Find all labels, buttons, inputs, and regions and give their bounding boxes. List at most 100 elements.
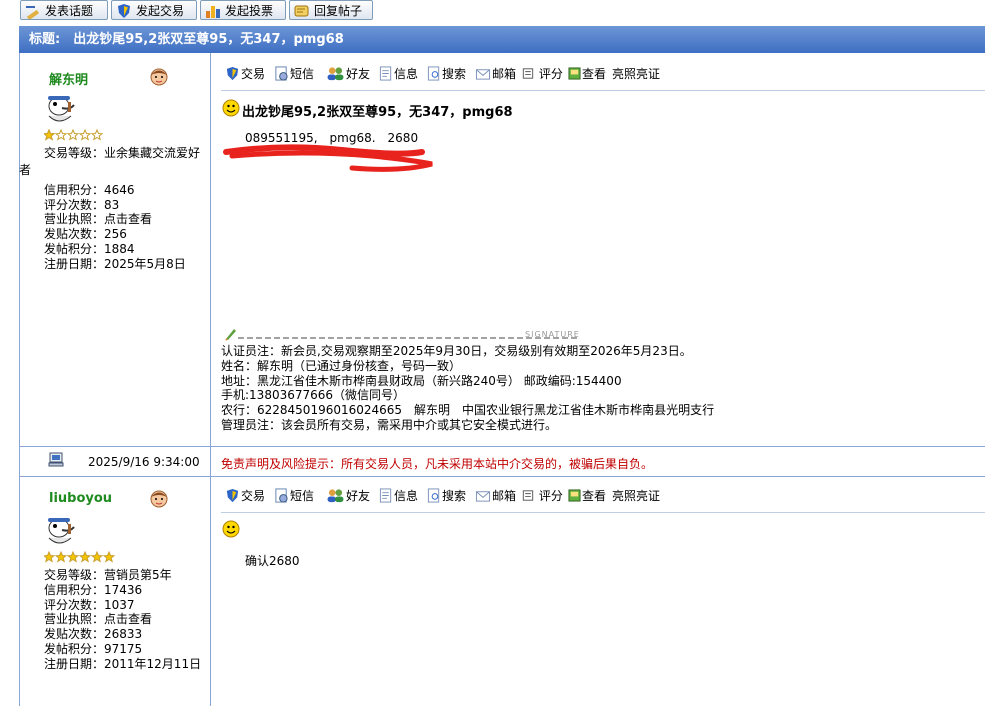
rate-label: 评分: [538, 67, 563, 81]
shield-icon: [226, 66, 239, 81]
reply-label: 回复帖子: [314, 4, 363, 18]
document-icon: [379, 66, 392, 81]
view-action[interactable]: 查看: [568, 487, 606, 504]
post-points: 发帖积分：97175: [44, 641, 143, 656]
new-poll-button[interactable]: 发起投票: [200, 0, 286, 20]
info-label: 信息: [394, 67, 419, 81]
signature-line: 姓名：解东明（已通过身份核查，号码一致）: [221, 358, 462, 373]
author-info: 交易等级：业余集藏交流爱好 信用积分：4646 评分次数：83 营业执照：点击查…: [44, 146, 200, 272]
license-label: 亮照亮证: [612, 489, 661, 503]
row-divider: [19, 446, 985, 447]
trade-label: 交易: [241, 489, 266, 503]
mail-label: 邮箱: [492, 489, 517, 503]
license-action[interactable]: 亮照亮证: [612, 65, 660, 82]
author-name[interactable]: 解东明: [49, 69, 88, 88]
rating-count: 评分次数：83: [44, 197, 120, 212]
new-trade-label: 发起交易: [136, 4, 185, 18]
mail-icon: [475, 491, 491, 502]
search-label: 搜索: [442, 67, 467, 81]
signature-line: 地址：黑龙江省佳木斯市桦南县财政局（新兴路240号） 邮政编码:154400: [221, 373, 622, 388]
friend-action[interactable]: 好友: [326, 487, 370, 504]
view-label: 查看: [582, 489, 607, 503]
redaction-scribble: [223, 144, 433, 172]
smiley-icon: [222, 99, 240, 117]
search-doc-icon: [427, 488, 440, 503]
friend-label: 好友: [346, 67, 371, 81]
signature-line: 认证员注：新会员,交易观察期至2025年9月30日，交易级别有效期至2026年5…: [221, 344, 692, 358]
column-divider: [210, 53, 211, 706]
post-count: 发贴次数：26833: [44, 627, 143, 642]
reply-icon: [294, 5, 309, 17]
register-date: 注册日期：2025年5月8日: [44, 256, 186, 271]
smiley-icon: [222, 520, 240, 538]
rate-action[interactable]: 评分: [522, 65, 563, 82]
business-license-link[interactable]: 营业执照：点击查看: [44, 212, 200, 227]
mail-action[interactable]: 邮箱: [475, 487, 516, 504]
trade-level: 交易等级：业余集藏交流爱好: [44, 146, 201, 160]
rate-label: 评分: [538, 489, 563, 503]
search-action[interactable]: 搜索: [427, 65, 466, 82]
avatar-icon: [48, 518, 75, 544]
post-timestamp: 2025/9/16 9:34:00: [88, 455, 200, 469]
register-date: 注册日期：2011年12月11日: [44, 656, 202, 671]
new-trade-button[interactable]: 发起交易: [111, 0, 197, 20]
post-points: 发帖积分：1884: [44, 241, 135, 256]
signature-mark: SIGNATURE: [525, 330, 580, 339]
sms-action[interactable]: 短信: [274, 65, 314, 82]
post-content: 确认2680: [245, 554, 300, 568]
rate-action[interactable]: 评分: [522, 487, 563, 504]
friend-action[interactable]: 好友: [326, 65, 370, 82]
action-divider: [221, 90, 985, 91]
signature-line: 手机:13803677666（微信同号）: [221, 388, 406, 403]
search-action[interactable]: 搜索: [427, 487, 466, 504]
business-license-link[interactable]: 营业执照：点击查看: [44, 612, 201, 627]
new-poll-label: 发起投票: [225, 4, 274, 18]
search-label: 搜索: [442, 489, 467, 503]
info-action[interactable]: 信息: [379, 65, 418, 82]
info-label: 信息: [394, 489, 419, 503]
sms-action[interactable]: 短信: [274, 487, 314, 504]
pencil-icon: [26, 6, 40, 19]
view-label: 查看: [582, 67, 607, 81]
message-icon: [275, 488, 288, 503]
thread-title-bar: 标题: 出龙钞尾95,2张双至尊95，无347，pmg68: [19, 26, 985, 53]
rate-icon: [522, 490, 534, 501]
computer-icon: [48, 452, 64, 467]
credit-score: 信用积分：4646: [44, 182, 135, 197]
author-name[interactable]: liuboyou: [49, 491, 112, 506]
trade-label: 交易: [241, 67, 266, 81]
mail-icon: [475, 69, 491, 80]
row-divider: [19, 476, 985, 477]
shield-icon: [226, 488, 239, 503]
trade-level: 交易等级：营销员第5年: [44, 568, 172, 582]
trade-action[interactable]: 交易: [225, 487, 265, 504]
new-topic-button[interactable]: 发表话题: [20, 0, 108, 20]
rating-stars-icon: [44, 551, 116, 563]
gender-face-icon: [150, 68, 168, 86]
reply-button[interactable]: 回复帖子: [289, 0, 373, 20]
bar-chart-icon: [206, 6, 220, 18]
friend-label: 好友: [346, 489, 371, 503]
license-action[interactable]: 亮照亮证: [612, 487, 660, 504]
document-icon: [379, 488, 392, 503]
friends-icon: [327, 489, 344, 503]
avatar-icon: [48, 96, 75, 122]
signature-block: 认证员注：新会员,交易观察期至2025年9月30日，交易级别有效期至2026年5…: [221, 344, 714, 433]
message-icon: [275, 66, 288, 81]
sms-label: 短信: [290, 67, 315, 81]
view-icon: [568, 489, 581, 502]
mail-action[interactable]: 邮箱: [475, 65, 516, 82]
cropped-text: 者: [19, 163, 32, 177]
mail-label: 邮箱: [492, 67, 517, 81]
signature-line: 管理员注：该会员所有交易，需采用中介或其它安全模式进行。: [221, 417, 558, 432]
trade-action[interactable]: 交易: [225, 65, 265, 82]
view-action[interactable]: 查看: [568, 65, 606, 82]
toolbar: 发表话题 发起交易 发起投票 回复帖子: [0, 0, 985, 24]
info-action[interactable]: 信息: [379, 487, 418, 504]
shield-icon: [118, 4, 130, 18]
view-icon: [568, 67, 581, 80]
rating-count: 评分次数：1037: [44, 597, 135, 612]
rate-icon: [522, 68, 534, 79]
search-doc-icon: [427, 66, 440, 81]
